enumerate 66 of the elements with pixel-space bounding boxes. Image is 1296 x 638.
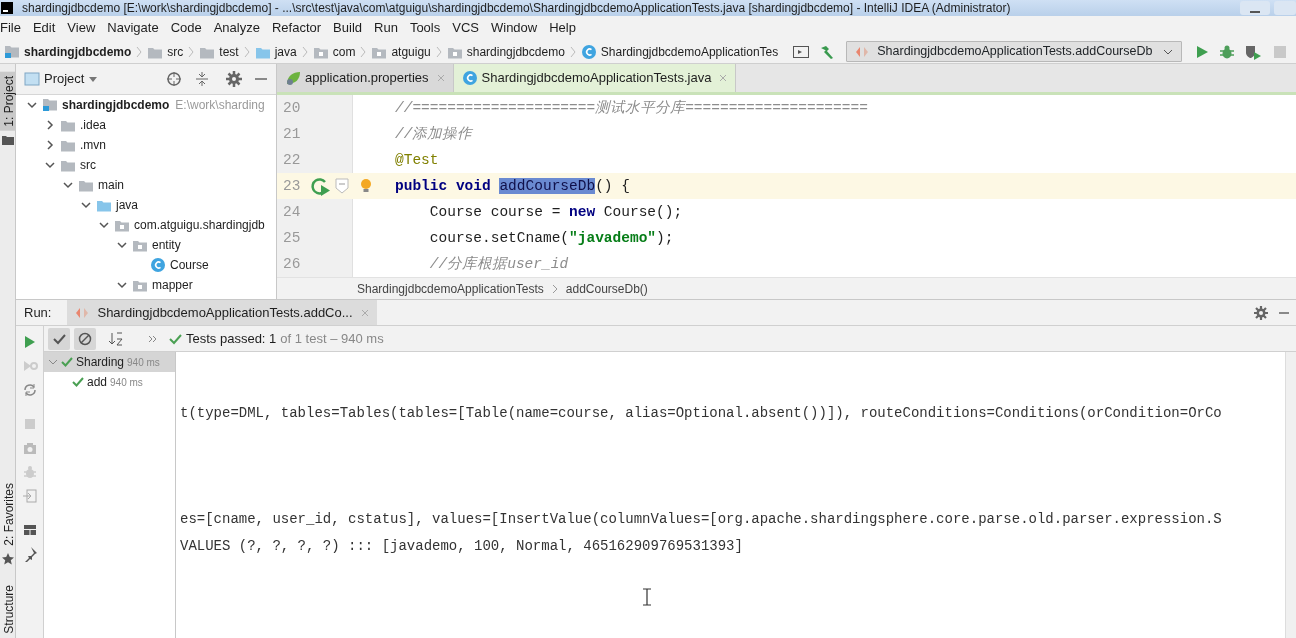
- menu-item[interactable]: Tools: [403, 18, 447, 38]
- side-tab[interactable]: 1: Project: [0, 72, 16, 131]
- console-line: t(type=DML, tables=Tables(tables=[Table(name=course, alias=Optional.absent())]), routeConditions=Conditions(orCondition=OrCo: [179, 404, 1223, 423]
- menu-item[interactable]: File: [0, 18, 27, 38]
- menu-item[interactable]: Analyze: [207, 18, 266, 38]
- tree-item[interactable]: Course: [16, 255, 276, 275]
- menu-item[interactable]: Edit: [26, 18, 62, 38]
- tree-item[interactable]: mapper: [16, 275, 276, 295]
- code-text: public void addCourseDb() {: [394, 177, 630, 196]
- line-number: 21: [282, 125, 302, 144]
- breadcrumb-item[interactable]: com: [308, 42, 360, 61]
- menu-item[interactable]: View: [61, 18, 102, 38]
- breadcrumb-item[interactable]: addCourseDb(): [565, 279, 648, 298]
- test-method-item[interactable]: add 940 ms: [44, 372, 175, 392]
- line-number: 20: [282, 99, 302, 118]
- code-text: //分库根据user_id: [428, 255, 569, 274]
- tree-item[interactable]: .idea: [16, 115, 276, 135]
- line-number: 26: [282, 255, 302, 274]
- menu-item[interactable]: Refactor: [265, 18, 328, 38]
- menu-item[interactable]: Build: [327, 18, 368, 38]
- breadcrumb-item[interactable]: shardingjdbcdemo: [442, 42, 569, 61]
- test-class-item[interactable]: Sharding 940 ms: [44, 352, 175, 372]
- tree-item[interactable]: java: [16, 195, 276, 215]
- window-title: shardingjdbcdemo [E:\work\shardingjdbcdemo] - ...\src\test\java\com\atguigu\shardingjdbcdemo\ShardingjdbcdemoApplicationTests.java [shardingjdbcdemo] - IntelliJ IDEA (Administrator): [22, 0, 1012, 16]
- menu-item[interactable]: Help: [543, 18, 582, 38]
- test-duration: 940 ms: [110, 375, 143, 390]
- run-tab[interactable]: ShardingjdbcdemoApplicationTests.addCo...: [67, 300, 377, 325]
- tree-item[interactable]: shardingjdbcdemo E:\work\sharding: [16, 95, 276, 115]
- test-duration: 940 ms: [127, 355, 160, 370]
- menu-item[interactable]: Window: [484, 18, 544, 38]
- tree-item[interactable]: src: [16, 155, 276, 175]
- line-number: 24: [282, 203, 302, 222]
- menu-item[interactable]: Code: [164, 18, 208, 38]
- console-line: es=[cname, user_id, cstatus], values=[InsertValue(columnValues=[org.apache.shardingsphere.core.parse.old.parser.expression.S: [179, 510, 1223, 529]
- test-status: Tests passed: 1: [186, 329, 277, 348]
- tree-item[interactable]: main: [16, 175, 276, 195]
- code-text: course.setCname("javademo");: [428, 229, 674, 248]
- editor-tab[interactable]: ShardingjdbcdemoApplicationTests.java: [453, 64, 737, 92]
- code-text: @Test: [394, 151, 439, 170]
- menu-item[interactable]: Run: [368, 18, 404, 38]
- panel-title: Run:: [23, 303, 53, 322]
- tree-item[interactable]: .mvn: [16, 135, 276, 155]
- menu-item[interactable]: Navigate: [101, 18, 165, 38]
- code-text: //=====================测试水平分库=====================: [394, 99, 868, 118]
- test-status-detail: of 1 test – 940 ms: [280, 329, 384, 348]
- breadcrumb-item[interactable]: ShardingjdbcdemoApplicationTests: [357, 279, 544, 298]
- code-text: //添加操作: [394, 125, 473, 144]
- panel-title[interactable]: Project: [44, 69, 85, 89]
- side-tab[interactable]: 2: Favorites: [0, 478, 16, 550]
- line-number: 22: [282, 151, 302, 170]
- breadcrumb-item[interactable]: shardingjdbcdemo: [0, 42, 136, 61]
- side-tab[interactable]: Structure: [0, 581, 16, 638]
- path-label: E:\work\sharding: [175, 97, 265, 114]
- line-number: 25: [282, 229, 302, 248]
- run-config-dropdown[interactable]: ShardingjdbcdemoApplicationTests.addCourseDb: [846, 41, 1183, 62]
- breadcrumb-item[interactable]: test: [195, 42, 243, 61]
- editor-tab[interactable]: application.properties: [277, 64, 454, 92]
- tree-item[interactable]: com.atguigu.shardingjdb: [16, 215, 276, 235]
- console-line: VALUES (?, ?, ?, ?) ::: [javademo, 100, Normal, 465162909769531393]: [179, 537, 744, 556]
- breadcrumb-item[interactable]: ShardingjdbcdemoApplicationTes: [576, 42, 783, 61]
- breadcrumb-item[interactable]: java: [250, 42, 301, 61]
- tree-item[interactable]: entity: [16, 235, 276, 255]
- breadcrumb-item[interactable]: src: [143, 42, 188, 61]
- menu-item[interactable]: VCS: [446, 18, 485, 38]
- code-text: Course course = new Course();: [428, 203, 683, 222]
- breadcrumb-item[interactable]: atguigu: [367, 42, 435, 61]
